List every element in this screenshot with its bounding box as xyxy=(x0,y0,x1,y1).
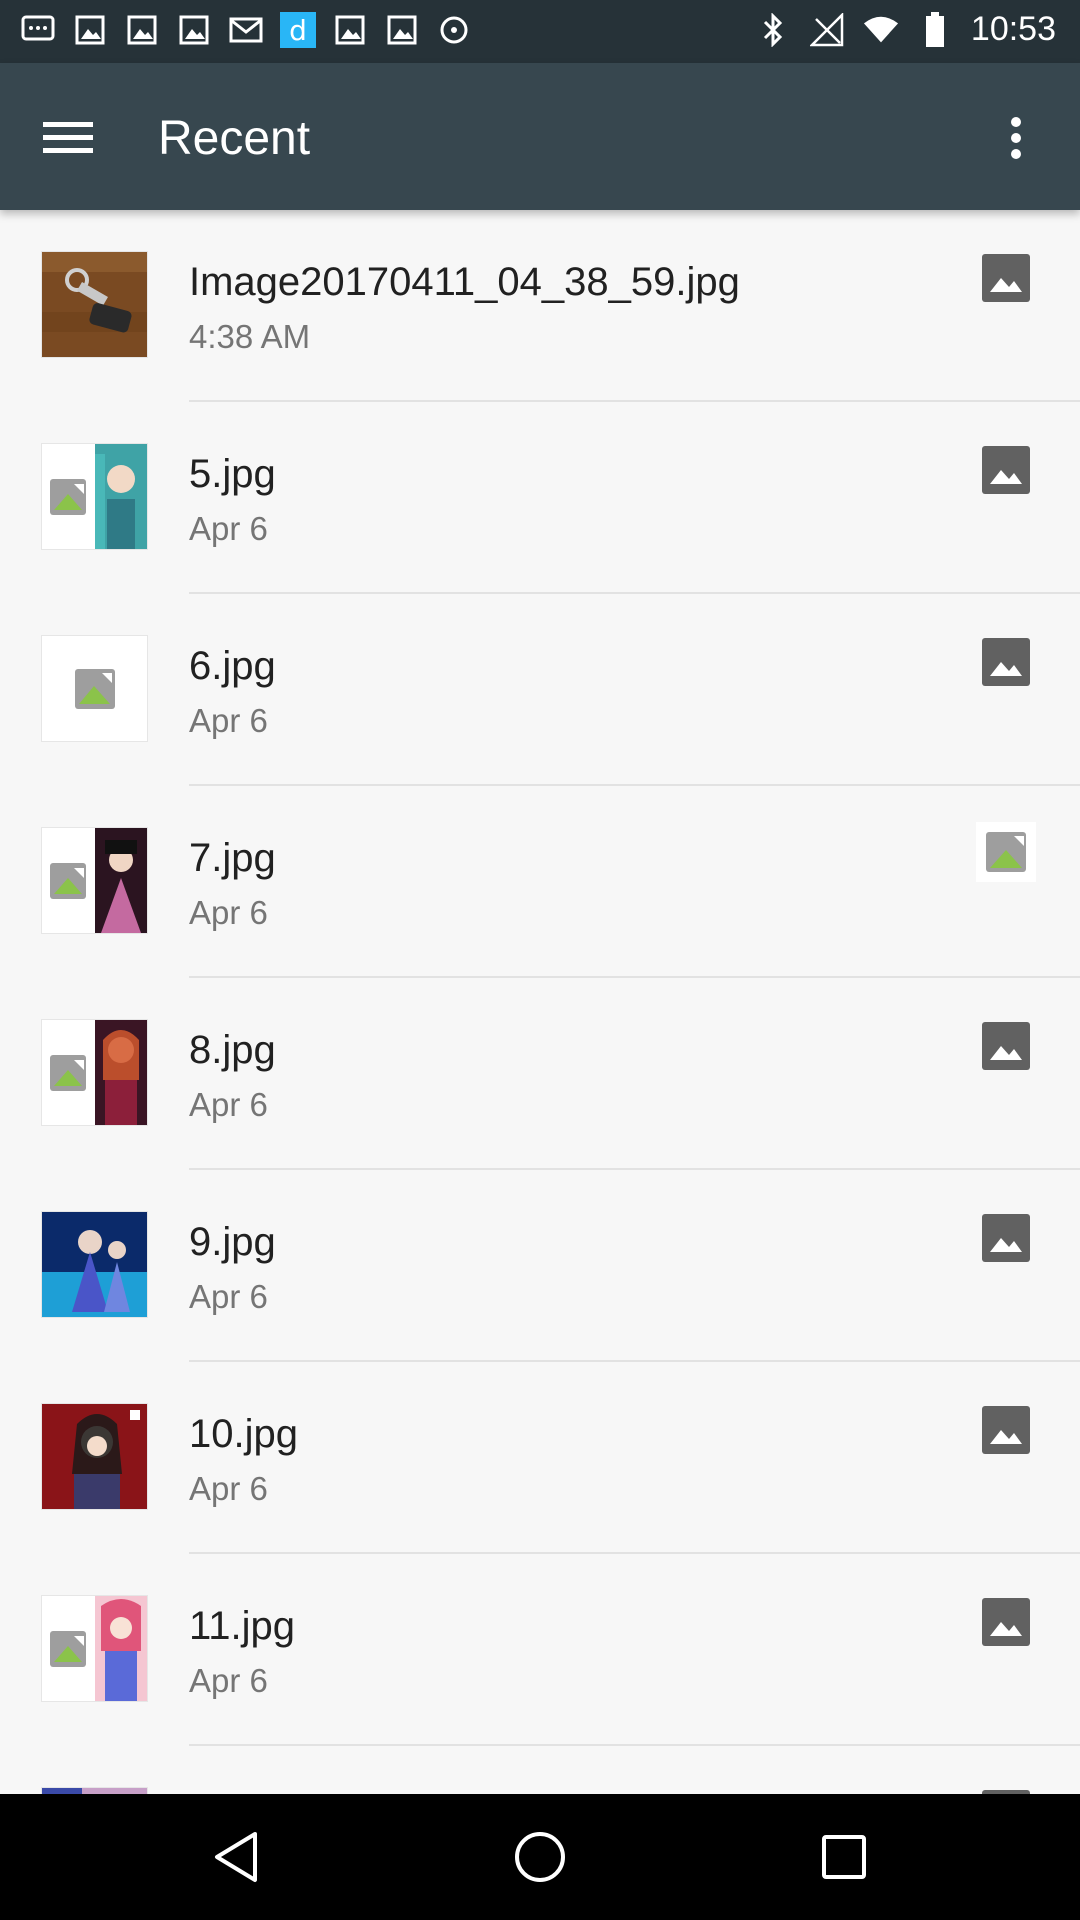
thumbnail xyxy=(42,444,147,549)
list-item[interactable]: 9.jpg Apr 6 xyxy=(0,1170,1080,1362)
broken-image-icon xyxy=(42,1596,94,1701)
file-date: 4:38 AM xyxy=(189,318,311,355)
image-icon xyxy=(982,254,1030,302)
image-icon xyxy=(982,1022,1030,1070)
system-icons: 10:53 xyxy=(755,10,1056,49)
app-bar: Recent xyxy=(0,63,1080,210)
file-date: Apr 6 xyxy=(189,1278,268,1315)
file-date: Apr 6 xyxy=(189,510,268,547)
clock: 10:53 xyxy=(970,10,1056,48)
thumbnail xyxy=(42,828,147,933)
image-icon xyxy=(982,1214,1030,1262)
file-date: Apr 6 xyxy=(189,1470,268,1507)
broken-image-icon xyxy=(75,669,115,709)
file-name: 11.jpg xyxy=(189,1604,296,1648)
list-item[interactable]: 8.jpg Apr 6 xyxy=(0,978,1080,1170)
gallery-icon xyxy=(384,12,420,48)
gallery-icon xyxy=(124,12,160,48)
list-item[interactable]: 10.jpg Apr 6 xyxy=(0,1362,1080,1554)
list-item[interactable]: Image20170411_04_38_59.jpg 4:38 AM xyxy=(0,210,1080,402)
file-date: Apr 6 xyxy=(189,1086,268,1123)
anime-art xyxy=(95,828,147,933)
file-name: 10.jpg xyxy=(189,1412,298,1456)
bluetooth-icon xyxy=(755,12,791,48)
file-date: Apr 6 xyxy=(189,1662,268,1699)
file-name: 9.jpg xyxy=(189,1220,276,1264)
file-name: 5.jpg xyxy=(189,452,276,496)
thumbnail xyxy=(42,1404,147,1509)
notification-icons: d xyxy=(20,12,472,48)
file-name: 8.jpg xyxy=(189,1028,276,1072)
thumbnail xyxy=(42,1020,147,1125)
list-item[interactable]: 5.jpg Apr 6 xyxy=(0,402,1080,594)
more-vert-icon[interactable] xyxy=(988,110,1044,166)
list-item[interactable]: 7.jpg Apr 6 xyxy=(0,786,1080,978)
gallery-icon xyxy=(72,12,108,48)
gallery-icon xyxy=(332,12,368,48)
broken-image-icon xyxy=(42,444,94,549)
mail-icon xyxy=(228,12,264,48)
anime-art xyxy=(42,1404,147,1509)
image-icon xyxy=(982,638,1030,686)
page-title: Recent xyxy=(158,112,311,165)
keys-photo-thumbnail xyxy=(42,252,147,357)
home-circle-icon[interactable] xyxy=(510,1827,570,1887)
image-icon xyxy=(982,446,1030,494)
list-item[interactable]: 11.jpg Apr 6 xyxy=(0,1554,1080,1746)
recent-files-list[interactable]: Image20170411_04_38_59.jpg 4:38 AM 5.jpg… xyxy=(0,210,1080,1794)
gallery-icon xyxy=(176,12,212,48)
wifi-icon xyxy=(863,12,899,48)
file-name: Image20170411_04_38_59.jpg xyxy=(189,260,740,304)
message-icon xyxy=(20,12,56,48)
thumbnail xyxy=(42,636,147,741)
recents-square-icon[interactable] xyxy=(814,1827,874,1887)
back-triangle-icon[interactable] xyxy=(206,1827,266,1887)
broken-image-icon xyxy=(976,822,1036,882)
list-item[interactable] xyxy=(0,1746,1080,1794)
list-item[interactable]: 6.jpg Apr 6 xyxy=(0,594,1080,786)
anime-art xyxy=(95,1596,147,1701)
thumbnail xyxy=(42,1596,147,1701)
file-name: 6.jpg xyxy=(189,644,276,688)
thumbnail xyxy=(42,252,147,357)
thumbnail xyxy=(42,1212,147,1317)
svg-text:d: d xyxy=(289,14,307,47)
navigation-bar xyxy=(0,1794,1080,1920)
image-icon xyxy=(982,1598,1030,1646)
file-name: 7.jpg xyxy=(189,836,276,880)
anime-art xyxy=(42,1212,147,1317)
broken-image-icon xyxy=(42,1020,94,1125)
hamburger-menu-icon[interactable] xyxy=(40,110,96,166)
image-icon xyxy=(982,1406,1030,1454)
broken-image-icon xyxy=(42,828,94,933)
signal-off-icon xyxy=(809,12,845,48)
anime-art xyxy=(95,444,147,549)
file-date: Apr 6 xyxy=(189,702,268,739)
file-date: Apr 6 xyxy=(189,894,268,931)
battery-icon xyxy=(917,11,953,48)
anime-art xyxy=(95,1020,147,1125)
d-app-icon: d xyxy=(280,12,316,48)
location-off-icon xyxy=(436,12,472,48)
status-bar: d 10:53 xyxy=(0,0,1080,63)
